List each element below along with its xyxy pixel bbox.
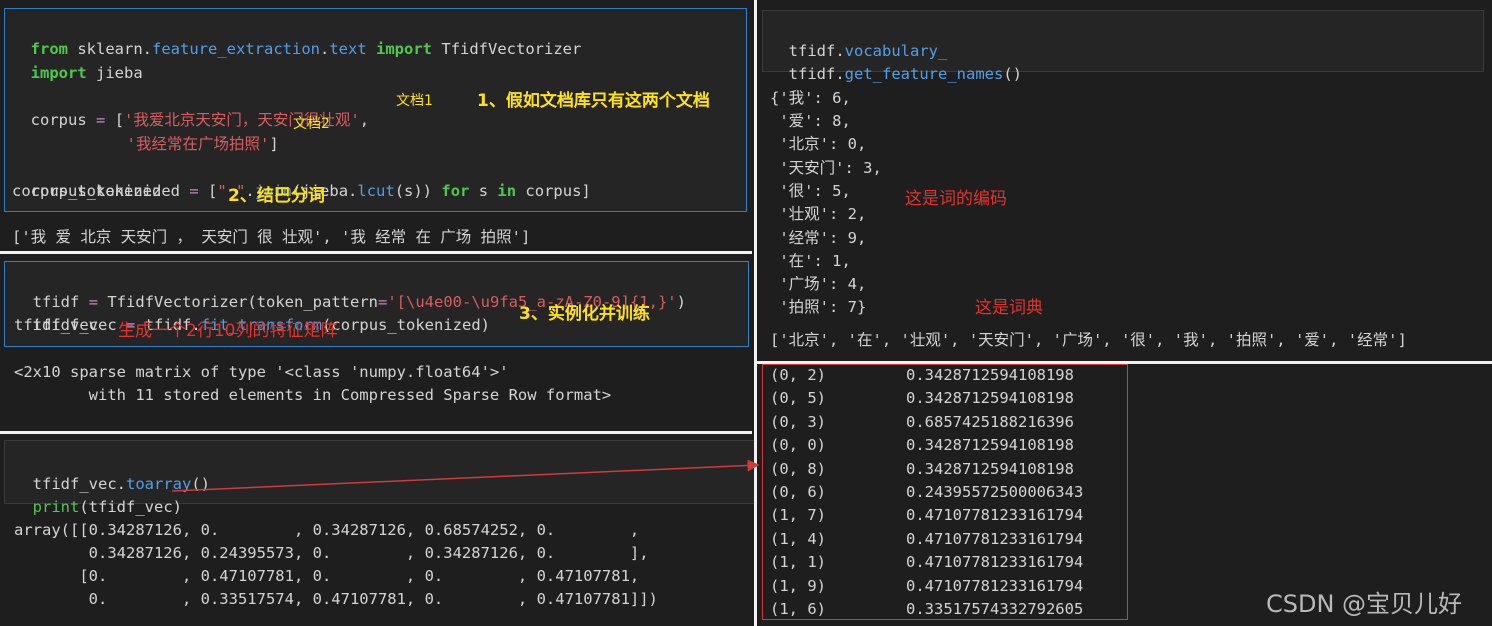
- watermark: CSDN @宝贝儿好: [1266, 590, 1463, 618]
- annotation-arrow: [171, 459, 760, 492]
